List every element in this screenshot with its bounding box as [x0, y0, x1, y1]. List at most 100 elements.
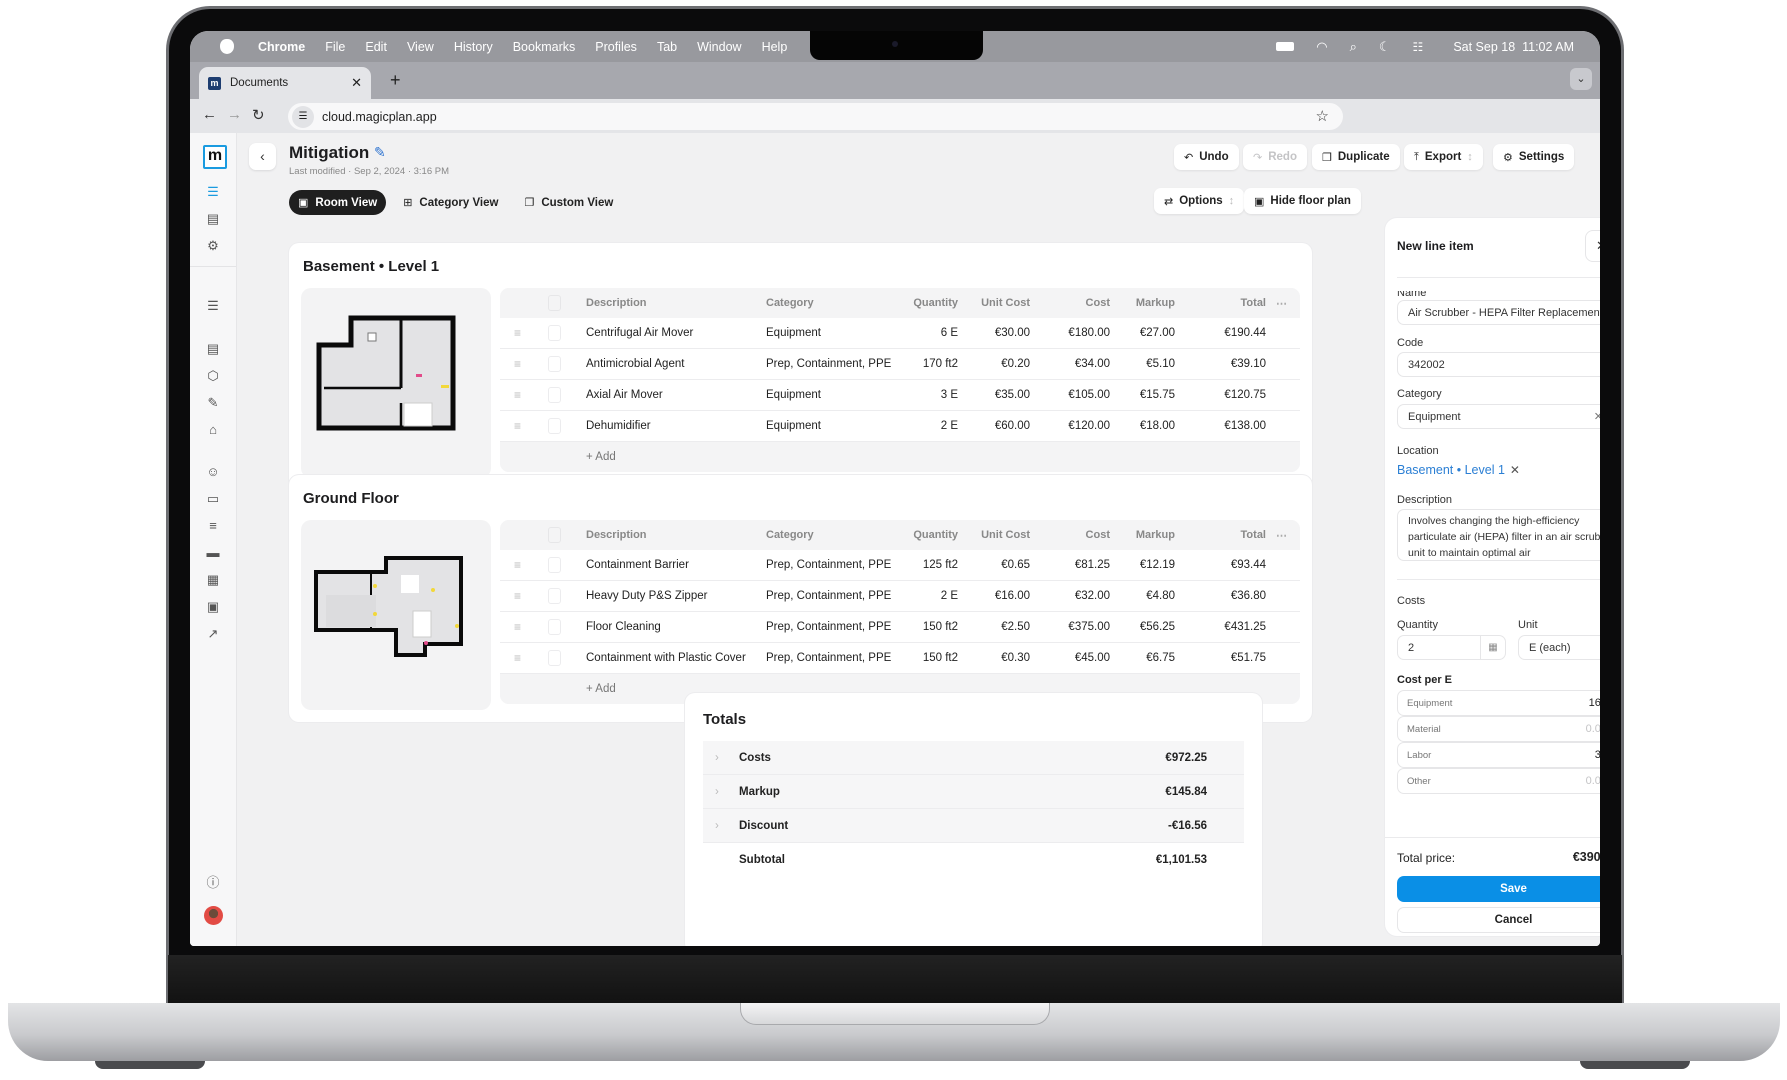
team-icon[interactable]: ☺: [203, 462, 223, 482]
report-icon[interactable]: ≡: [203, 516, 223, 536]
checklist-icon[interactable]: ☰: [203, 296, 223, 316]
menu-file[interactable]: File: [325, 40, 345, 54]
col-total[interactable]: Total: [1241, 529, 1266, 541]
browser-tab[interactable]: m Documents ✕: [199, 67, 371, 99]
wifi-icon[interactable]: ◠: [1316, 39, 1327, 55]
menu-chrome[interactable]: Chrome: [258, 40, 305, 54]
drag-handle-icon[interactable]: ≡: [514, 651, 521, 665]
col-unit-cost[interactable]: Unit Cost: [981, 297, 1030, 309]
edit-title-pencil-icon[interactable]: ✎: [374, 144, 386, 161]
totals-row-costs[interactable]: › Costs €972.25: [703, 741, 1244, 775]
col-description[interactable]: Description: [586, 529, 647, 541]
cost-input-equipment[interactable]: Equipment165€: [1397, 690, 1600, 716]
col-markup[interactable]: Markup: [1136, 297, 1175, 309]
drag-handle-icon[interactable]: ≡: [514, 419, 521, 433]
drag-handle-icon[interactable]: ≡: [514, 326, 521, 340]
focus-moon-icon[interactable]: ☾: [1379, 39, 1391, 55]
unit-select[interactable]: E (each) ▼: [1518, 635, 1600, 660]
row-checkbox[interactable]: [548, 387, 561, 403]
menu-help[interactable]: Help: [762, 40, 788, 54]
row-checkbox[interactable]: [548, 588, 561, 604]
row-checkbox[interactable]: [548, 557, 561, 573]
col-unit-cost[interactable]: Unit Cost: [981, 529, 1030, 541]
menu-window[interactable]: Window: [697, 40, 741, 54]
undo-button[interactable]: ↶ Undo: [1174, 144, 1239, 170]
menu-edit[interactable]: Edit: [365, 40, 387, 54]
select-all-checkbox[interactable]: [548, 295, 561, 311]
cube-icon[interactable]: ⬡: [203, 366, 223, 386]
back-button[interactable]: ‹: [249, 143, 276, 170]
code-input[interactable]: 342002: [1397, 352, 1600, 377]
totals-row-markup[interactable]: › Markup €145.84: [703, 775, 1244, 809]
table-row[interactable]: ≡ Floor Cleaning Prep, Containment, PPE 150…: [500, 612, 1300, 643]
cost-value[interactable]: 0.00: [1586, 723, 1600, 735]
drag-handle-icon[interactable]: ≡: [514, 388, 521, 402]
tab-category-view[interactable]: ⊞ Category View: [394, 190, 508, 215]
battery-icon[interactable]: [1276, 42, 1295, 51]
menu-view[interactable]: View: [407, 40, 434, 54]
contact-card-icon[interactable]: ▣: [203, 597, 223, 617]
menu-bookmarks[interactable]: Bookmarks: [513, 40, 576, 54]
gear-icon[interactable]: ⚙: [203, 236, 223, 256]
new-tab-icon[interactable]: +: [390, 70, 401, 91]
cost-value[interactable]: 0.00: [1586, 775, 1600, 787]
search-icon[interactable]: ⌕: [1350, 39, 1357, 55]
chair-icon[interactable]: ⌂: [203, 420, 223, 440]
duplicate-button[interactable]: ❐ Duplicate: [1312, 144, 1400, 170]
floor-plan-thumbnail[interactable]: [301, 520, 491, 710]
checklist-icon[interactable]: ☰: [203, 182, 223, 202]
user-avatar[interactable]: [204, 906, 223, 925]
name-input[interactable]: Air Scrubber - HEPA Filter Replacement: [1397, 300, 1600, 325]
table-row[interactable]: ≡ Containment with Plastic Cover Prep, Con…: [500, 643, 1300, 674]
reload-icon[interactable]: ↻: [252, 106, 265, 124]
table-row[interactable]: ≡ Dehumidifier Equipment 2 E €60.00 €120.00 €1…: [500, 411, 1300, 442]
credit-card-icon[interactable]: ▬: [203, 543, 223, 563]
hide-floor-plan-button[interactable]: ▣ Hide floor plan: [1244, 188, 1361, 214]
tab-room-view[interactable]: ▣ Room View: [289, 190, 387, 215]
col-cost[interactable]: Cost: [1086, 297, 1110, 309]
table-row[interactable]: ≡ Centrifugal Air Mover Equipment 6 E €30.00…: [500, 318, 1300, 349]
row-checkbox[interactable]: [548, 650, 561, 666]
drag-handle-icon[interactable]: ≡: [514, 558, 521, 572]
redo-button[interactable]: ↷ Redo: [1243, 144, 1307, 170]
menu-datetime[interactable]: Sat Sep 18 11:02 AM: [1453, 40, 1574, 54]
drag-handle-icon[interactable]: ≡: [514, 620, 521, 634]
col-total[interactable]: Total: [1241, 297, 1266, 309]
site-settings-icon[interactable]: ☰: [292, 105, 314, 128]
edit-form-icon[interactable]: ✎: [203, 393, 223, 413]
table-row[interactable]: ≡ Containment Barrier Prep, Containment, P…: [500, 550, 1300, 581]
drag-handle-icon[interactable]: ≡: [514, 589, 521, 603]
cancel-button[interactable]: Cancel: [1397, 907, 1600, 933]
col-cost[interactable]: Cost: [1086, 529, 1110, 541]
address-bar[interactable]: ☰ cloud.magicplan.app ☆: [288, 103, 1343, 130]
col-description[interactable]: Description: [586, 297, 647, 309]
table-icon[interactable]: ▤: [203, 209, 223, 229]
cost-input-other[interactable]: Other0.00€: [1397, 768, 1600, 794]
more-icon[interactable]: ⋯: [1276, 529, 1287, 542]
col-category[interactable]: Category: [766, 529, 814, 541]
cost-value[interactable]: 165: [1589, 697, 1600, 709]
tab-search-chevron-icon[interactable]: ⌄: [1570, 68, 1592, 90]
close-tab-icon[interactable]: ✕: [351, 75, 362, 91]
tab-custom-view[interactable]: ❐ Custom View: [515, 190, 623, 215]
totals-row-discount[interactable]: › Discount -€16.56: [703, 809, 1244, 843]
row-checkbox[interactable]: [548, 356, 561, 372]
calculator-icon[interactable]: ▦: [203, 570, 223, 590]
menu-history[interactable]: History: [454, 40, 493, 54]
drag-handle-icon[interactable]: ≡: [514, 357, 521, 371]
help-icon[interactable]: ⓘ: [203, 873, 223, 893]
remove-location-icon[interactable]: ✕: [1510, 463, 1520, 477]
url-text[interactable]: cloud.magicplan.app: [322, 110, 437, 124]
quantity-input[interactable]: 2 ▦: [1397, 635, 1506, 660]
cost-input-labor[interactable]: Labor30€: [1397, 742, 1600, 768]
floor-plan-thumbnail[interactable]: [301, 288, 491, 478]
close-panel-button[interactable]: ✕: [1585, 230, 1600, 262]
col-markup[interactable]: Markup: [1136, 529, 1175, 541]
more-icon[interactable]: ⋯: [1276, 297, 1287, 310]
row-checkbox[interactable]: [548, 418, 561, 434]
table-row[interactable]: ≡ Axial Air Mover Equipment 3 E €35.00 €105.0…: [500, 380, 1300, 411]
presentation-icon[interactable]: ▭: [203, 489, 223, 509]
rocket-icon[interactable]: ↗: [203, 624, 223, 644]
cost-value[interactable]: 30: [1595, 749, 1600, 761]
settings-button[interactable]: ⚙ Settings: [1493, 144, 1575, 170]
